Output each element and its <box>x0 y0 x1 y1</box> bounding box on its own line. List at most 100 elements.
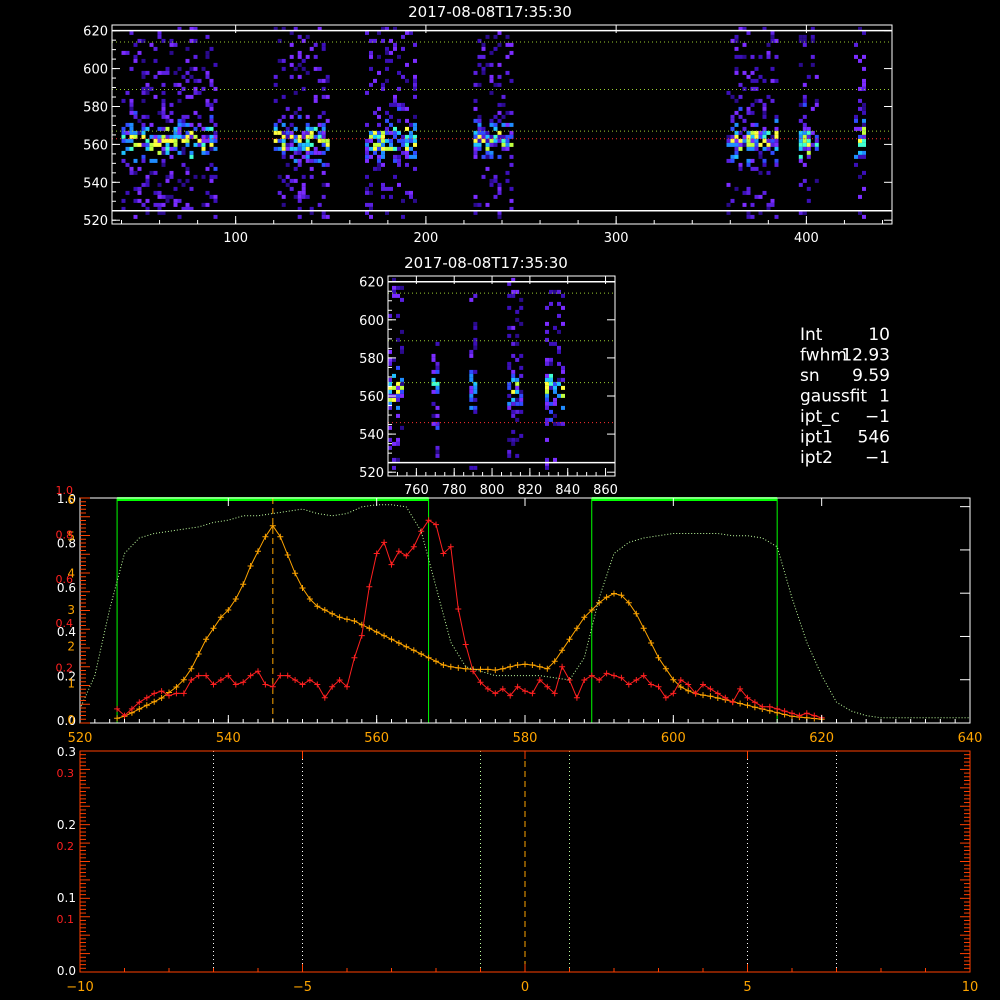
p2-cell <box>511 293 516 298</box>
p1-cell <box>405 162 409 167</box>
p2-cell <box>469 385 474 390</box>
p1-cell <box>141 90 146 95</box>
p1-cell <box>301 130 306 135</box>
p1-ytick-label: 600 <box>83 63 108 78</box>
p1-cell <box>385 78 389 83</box>
p2-cell <box>519 305 524 310</box>
p1-cell <box>806 142 811 147</box>
series-orange-point <box>633 610 640 617</box>
p1-cell <box>161 126 166 131</box>
p1-cell <box>509 110 514 115</box>
p1-cell <box>405 106 409 111</box>
p1-cell <box>413 154 417 159</box>
p1-cell <box>129 110 134 115</box>
p1-cell <box>758 210 763 215</box>
p2-cell <box>396 293 400 298</box>
p1-cell <box>814 102 819 107</box>
panel-mid-heatmap: 2017-08-08T17:35:30 520 540 560 580 600 620 76… <box>359 254 618 498</box>
p1-cell <box>153 74 158 79</box>
p1-cell <box>169 170 174 175</box>
p1-cell <box>814 74 819 79</box>
p1-cell <box>293 178 298 183</box>
p1-cell <box>405 150 409 155</box>
p1-cell <box>297 150 302 155</box>
p1-cell <box>381 146 385 151</box>
p1-cell <box>153 170 158 175</box>
p1-cell <box>213 98 218 103</box>
spectrum-xtick-label: 580 <box>513 731 538 746</box>
p2-cell <box>557 313 561 318</box>
p2-cell <box>553 397 557 402</box>
p1-cell <box>497 186 502 191</box>
p1-cell <box>758 170 763 175</box>
p1-cell <box>213 198 218 203</box>
p2-cell <box>515 437 520 442</box>
p1-cell <box>197 90 202 95</box>
series-red-point <box>143 694 150 701</box>
p1-cell <box>762 126 767 131</box>
p1-cell <box>770 30 775 35</box>
p1-cell <box>309 130 314 135</box>
p1-cell <box>746 142 751 147</box>
series-orange-point <box>700 692 706 699</box>
series-red-point <box>158 688 165 695</box>
p1-cell <box>161 106 166 111</box>
p1-cell <box>185 114 190 119</box>
p1-cell <box>205 190 210 195</box>
p1-cell <box>313 94 318 99</box>
p1-cell <box>129 170 134 175</box>
series-orange-point <box>344 616 350 623</box>
p1-cell <box>185 94 190 99</box>
p1-cell <box>161 158 166 163</box>
p1-cell <box>746 214 751 219</box>
p1-cell <box>181 162 186 167</box>
p1-cell <box>489 142 494 147</box>
p1-cell <box>377 142 381 147</box>
p1-cell <box>738 138 743 143</box>
p1-cell <box>193 78 198 83</box>
p1-cell <box>473 202 478 207</box>
p1-cell <box>153 190 158 195</box>
p1-cell <box>317 114 322 119</box>
p2-cell <box>507 305 512 310</box>
p1-cell <box>473 138 478 143</box>
series-red-point <box>269 683 276 690</box>
lag-ylabel-red: 0.2 <box>57 840 75 853</box>
p1-cell <box>493 142 498 147</box>
p1-cell <box>497 154 502 159</box>
p1-cell <box>141 98 146 103</box>
p1-cell <box>161 102 166 107</box>
p1-cell <box>758 150 763 155</box>
p1-cell <box>301 146 306 151</box>
p1-ytick-label: 540 <box>83 176 108 191</box>
p1-cell <box>305 194 310 199</box>
p1-cell <box>770 202 775 207</box>
series-orange-point <box>232 596 239 602</box>
p1-cell <box>802 34 807 39</box>
p1-cell <box>289 178 294 183</box>
p1-cell <box>165 174 170 179</box>
p1-cell <box>285 182 290 187</box>
p1-cell <box>205 50 210 55</box>
series-orange-point <box>277 533 284 540</box>
p1-cell <box>774 142 779 147</box>
p2-cell <box>435 365 440 370</box>
p1-cell <box>377 122 381 127</box>
p1-cell <box>133 214 138 219</box>
p1-cell <box>477 138 482 143</box>
p1-cell <box>754 138 759 143</box>
p2-cell <box>561 293 565 298</box>
p1-cell <box>738 166 743 171</box>
series-orange-point <box>395 640 402 646</box>
p1-cell <box>273 126 278 131</box>
p1-cell <box>401 102 405 107</box>
p1-cell <box>742 118 747 123</box>
p1-cell <box>397 86 401 91</box>
p1-cell <box>798 62 803 67</box>
p1-cell <box>862 138 866 143</box>
p1-cell <box>489 90 494 95</box>
p1-cell <box>485 138 490 143</box>
p1-cell <box>145 182 150 187</box>
fit-info-value: −1 <box>865 407 890 427</box>
p1-cell <box>197 114 202 119</box>
